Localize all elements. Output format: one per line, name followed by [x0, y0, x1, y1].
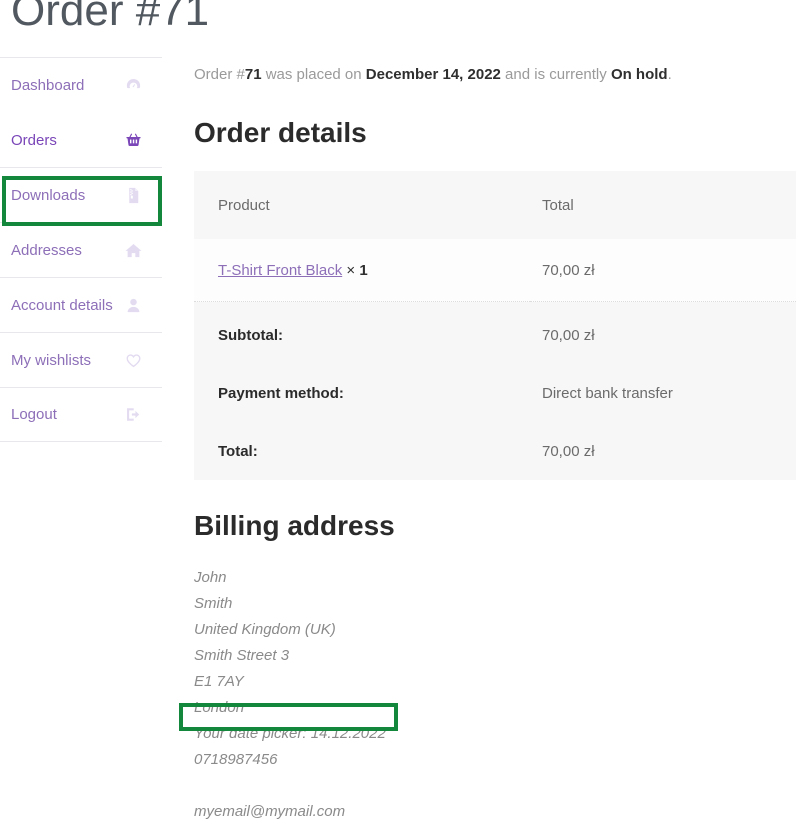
payment-method-label: Payment method:	[194, 364, 530, 422]
house-icon	[123, 240, 143, 260]
column-header-product: Product	[194, 171, 530, 239]
sidebar-item-account-details[interactable]: Account details	[0, 277, 162, 332]
billing-line-street: Smith Street 3	[194, 643, 796, 669]
sidebar-item-label: Downloads	[11, 188, 85, 203]
billing-address-block: John Smith United Kingdom (UK) Smith Str…	[194, 543, 796, 825]
table-row-payment-method: Payment method: Direct bank transfer	[194, 364, 796, 422]
order-placed-text: was placed on	[262, 66, 366, 83]
sidebar-item-label: Account details	[11, 298, 113, 313]
file-zip-icon	[123, 185, 143, 205]
product-link[interactable]: T-Shirt Front Black	[218, 262, 342, 279]
sidebar-item-label: My wishlists	[11, 353, 91, 368]
sidebar-item-label: Logout	[11, 407, 57, 422]
basket-icon	[123, 130, 143, 150]
sidebar-item-orders[interactable]: Orders	[0, 112, 162, 167]
sidebar-item-label: Orders	[11, 133, 57, 148]
order-item-product-cell: T-Shirt Front Black × 1	[194, 239, 530, 302]
gauge-icon	[123, 75, 143, 95]
person-icon	[123, 295, 143, 315]
sidebar-nav-list: Dashboard Orders	[0, 57, 162, 442]
order-status-badge: On hold	[611, 66, 668, 83]
order-date: December 14, 2022	[366, 66, 501, 83]
order-received-page: Order #71 Dashboard Orders	[0, 0, 808, 809]
quantity-separator: ×	[342, 262, 359, 279]
heart-icon	[123, 350, 143, 370]
table-row-total: Total: 70,00 zł	[194, 422, 796, 480]
billing-line-country: United Kingdom (UK)	[194, 617, 796, 643]
order-status-suffix: .	[668, 66, 672, 83]
billing-line-first-name: John	[194, 565, 796, 591]
subtotal-value: 70,00 zł	[530, 302, 796, 365]
sidebar-item-addresses[interactable]: Addresses	[0, 222, 162, 277]
sidebar-item-downloads[interactable]: Downloads	[0, 167, 162, 222]
sidebar-item-logout[interactable]: Logout	[0, 387, 162, 442]
payment-method-value: Direct bank transfer	[530, 364, 796, 422]
page-title: Order #71	[11, 0, 209, 36]
billing-address-heading: Billing address	[194, 480, 796, 543]
billing-line-last-name: Smith	[194, 591, 796, 617]
billing-date-picker-line: Your date picker: 14.12.2022	[194, 721, 796, 747]
billing-line-phone: 0718987456	[194, 747, 796, 773]
logout-icon	[123, 405, 143, 425]
main-content: Order #71 was placed on December 14, 202…	[194, 0, 796, 825]
billing-spacer	[194, 773, 796, 799]
order-details-table: Product Total T-Shirt Front Black × 1 70…	[194, 171, 796, 480]
order-status-text: and is currently	[501, 66, 611, 83]
order-status-line: Order #71 was placed on December 14, 202…	[194, 0, 796, 87]
sidebar-item-my-wishlists[interactable]: My wishlists	[0, 332, 162, 387]
billing-line-postcode: E1 7AY	[194, 669, 796, 695]
order-item-quantity: 1	[359, 262, 367, 279]
sidebar-item-dashboard[interactable]: Dashboard	[0, 57, 162, 112]
subtotal-label: Subtotal:	[194, 302, 530, 365]
sidebar-item-label: Dashboard	[11, 78, 84, 93]
order-details-heading: Order details	[194, 87, 796, 150]
billing-line-city: London	[194, 695, 796, 721]
column-header-total: Total	[530, 171, 796, 239]
order-table-foot: Subtotal: 70,00 zł Payment method: Direc…	[194, 302, 796, 481]
table-row-subtotal: Subtotal: 70,00 zł	[194, 302, 796, 365]
total-label: Total:	[194, 422, 530, 480]
order-status-prefix: Order #	[194, 66, 245, 83]
account-sidebar: Dashboard Orders	[0, 57, 162, 442]
order-item-total: 70,00 zł	[530, 239, 796, 302]
table-header-row: Product Total	[194, 171, 796, 239]
order-table-body: T-Shirt Front Black × 1 70,00 zł	[194, 239, 796, 302]
billing-line-email: myemail@mymail.com	[194, 799, 796, 825]
order-number: 71	[245, 66, 262, 83]
table-row: T-Shirt Front Black × 1 70,00 zł	[194, 239, 796, 302]
sidebar-item-label: Addresses	[11, 243, 82, 258]
total-value: 70,00 zł	[530, 422, 796, 480]
order-table-head: Product Total	[194, 171, 796, 239]
